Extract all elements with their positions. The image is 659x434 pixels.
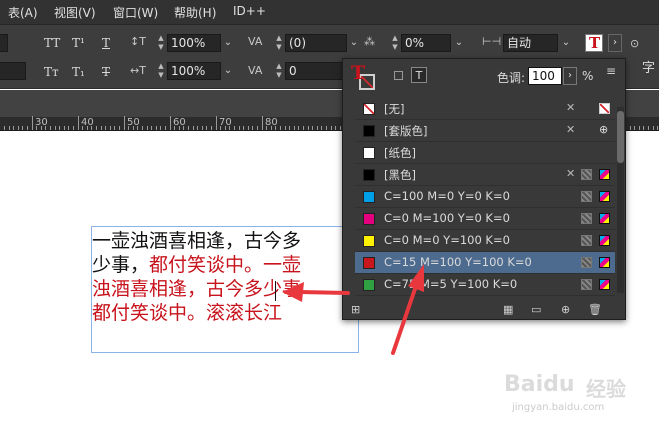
annotation-arrows: [282, 264, 424, 355]
watermark: Baidu 经验 jingyan.baidu.com: [500, 372, 650, 422]
watermark-brand-cn: 经验: [586, 377, 626, 401]
watermark-url: jingyan.baidu.com: [512, 402, 605, 413]
annotation-arrow-left: [282, 282, 350, 302]
watermark-brand: Baidu: [504, 372, 575, 397]
annotation-arrow-up: [391, 264, 424, 355]
